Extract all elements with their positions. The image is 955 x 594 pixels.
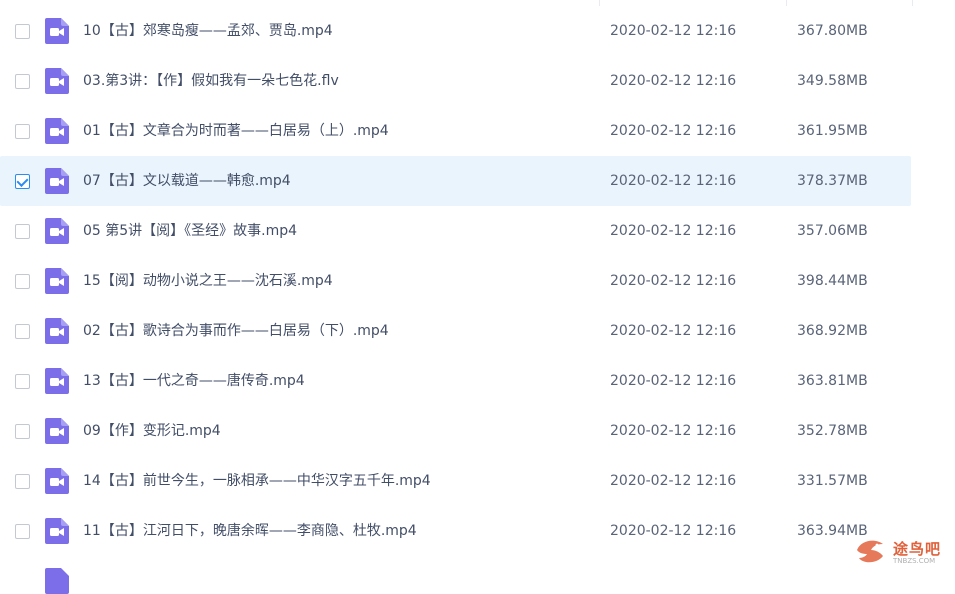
file-row[interactable]: 02【古】歌诗合为事而作——白居易（下）.mp4 2020-02-12 12:16… xyxy=(0,306,955,356)
file-date: 2020-02-12 12:16 xyxy=(610,473,737,489)
file-name[interactable]: 13【古】一代之奇——唐传奇.mp4 xyxy=(83,356,305,406)
file-row[interactable]: 10【古】郊寒岛瘦——孟郊、贾岛.mp4 2020-02-12 12:16 367.… xyxy=(0,6,955,56)
file-row[interactable]: 11【古】江河日下，晚唐余晖——李商隐、杜牧.mp4 2020-02-12 12:… xyxy=(0,506,955,556)
row-checkbox[interactable] xyxy=(15,374,30,389)
file-size: 368.92MB xyxy=(797,323,868,339)
file-size: 367.80MB xyxy=(797,23,868,39)
row-checkbox[interactable] xyxy=(15,524,30,539)
file-name[interactable]: 09【作】变形记.mp4 xyxy=(83,406,221,456)
row-checkbox[interactable] xyxy=(15,124,30,139)
video-file-icon xyxy=(45,68,69,94)
video-file-icon xyxy=(45,18,69,44)
file-date: 2020-02-12 12:16 xyxy=(610,173,737,189)
file-name[interactable]: 01【古】文章合为时而著——白居易（上）.mp4 xyxy=(83,106,389,156)
row-checkbox[interactable] xyxy=(15,274,30,289)
video-file-icon xyxy=(45,118,69,144)
file-name[interactable]: 05 第5讲【阅】《圣经》故事.mp4 xyxy=(83,206,297,256)
row-checkbox[interactable] xyxy=(15,224,30,239)
row-checkbox[interactable] xyxy=(15,324,30,339)
file-name[interactable]: 11【古】江河日下，晚唐余晖——李商隐、杜牧.mp4 xyxy=(83,506,417,556)
file-row[interactable]: 01【古】文章合为时而著——白居易（上）.mp4 2020-02-12 12:16… xyxy=(0,106,955,156)
video-file-icon xyxy=(45,518,69,544)
file-date: 2020-02-12 12:16 xyxy=(610,523,737,539)
video-file-icon xyxy=(45,368,69,394)
file-name[interactable]: 10【古】郊寒岛瘦——孟郊、贾岛.mp4 xyxy=(83,6,333,56)
file-name[interactable]: 02【古】歌诗合为事而作——白居易（下）.mp4 xyxy=(83,306,389,356)
video-file-icon xyxy=(45,468,69,494)
watermark-url: TNBZS.COM xyxy=(893,557,936,565)
file-size: 349.58MB xyxy=(797,73,868,89)
file-date: 2020-02-12 12:16 xyxy=(610,323,737,339)
file-row[interactable]: 14【古】前世今生，一脉相承——中华汉字五千年.mp4 2020-02-12 12… xyxy=(0,456,955,506)
video-file-icon xyxy=(45,268,69,294)
file-name[interactable]: 03.第3讲：【作】假如我有一朵七色花.flv xyxy=(83,56,339,106)
file-size: 378.37MB xyxy=(797,173,868,189)
video-file-icon xyxy=(45,218,69,244)
file-date: 2020-02-12 12:16 xyxy=(610,273,737,289)
file-row[interactable]: 15【阅】动物小说之王——沈石溪.mp4 2020-02-12 12:16 398.… xyxy=(0,256,955,306)
partial-table-row[interactable] xyxy=(0,556,955,594)
file-date: 2020-02-12 12:16 xyxy=(610,123,737,139)
video-file-icon xyxy=(45,318,69,344)
file-row[interactable]: 07【古】文以载道——韩愈.mp4 2020-02-12 12:16 378.37M… xyxy=(0,156,911,206)
file-size: 361.95MB xyxy=(797,123,868,139)
watermark-text: 途鸟吧 xyxy=(893,540,942,558)
site-watermark: 途鸟吧 TNBZS.COM xyxy=(853,536,953,568)
file-date: 2020-02-12 12:16 xyxy=(610,423,737,439)
file-row[interactable]: 03.第3讲：【作】假如我有一朵七色花.flv 2020-02-12 12:16 3… xyxy=(0,56,955,106)
video-file-icon xyxy=(45,168,69,194)
video-file-icon xyxy=(45,568,69,594)
bird-logo-icon xyxy=(857,540,883,563)
row-checkbox[interactable] xyxy=(15,24,30,39)
file-row[interactable]: 09【作】变形记.mp4 2020-02-12 12:16 352.78MB xyxy=(0,406,955,456)
file-date: 2020-02-12 12:16 xyxy=(610,73,737,89)
file-name[interactable]: 14【古】前世今生，一脉相承——中华汉字五千年.mp4 xyxy=(83,456,431,506)
file-date: 2020-02-12 12:16 xyxy=(610,23,737,39)
file-size: 331.57MB xyxy=(797,473,868,489)
row-checkbox[interactable] xyxy=(15,174,30,189)
row-checkbox[interactable] xyxy=(15,424,30,439)
file-name[interactable]: 15【阅】动物小说之王——沈石溪.mp4 xyxy=(83,256,333,306)
file-size: 352.78MB xyxy=(797,423,868,439)
file-list: 10【古】郊寒岛瘦——孟郊、贾岛.mp4 2020-02-12 12:16 367.… xyxy=(0,6,955,556)
file-row[interactable]: 13【古】一代之奇——唐传奇.mp4 2020-02-12 12:16 363.81… xyxy=(0,356,955,406)
file-size: 363.81MB xyxy=(797,373,868,389)
file-size: 357.06MB xyxy=(797,223,868,239)
file-row[interactable]: 05 第5讲【阅】《圣经》故事.mp4 2020-02-12 12:16 357.0… xyxy=(0,206,955,256)
check-icon xyxy=(16,174,29,188)
row-checkbox[interactable] xyxy=(15,474,30,489)
file-name[interactable]: 07【古】文以载道——韩愈.mp4 xyxy=(83,156,291,206)
row-checkbox[interactable] xyxy=(15,74,30,89)
file-date: 2020-02-12 12:16 xyxy=(610,223,737,239)
file-size: 398.44MB xyxy=(797,273,868,289)
file-date: 2020-02-12 12:16 xyxy=(610,373,737,389)
video-file-icon xyxy=(45,418,69,444)
